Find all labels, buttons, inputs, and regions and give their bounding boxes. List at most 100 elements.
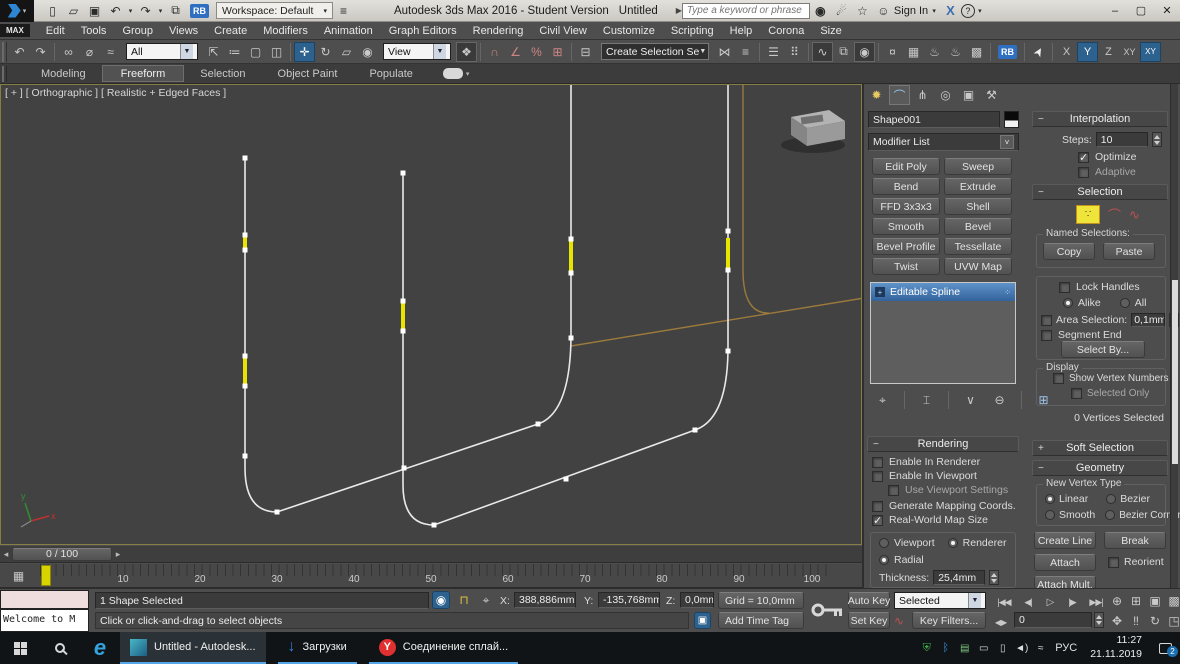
select-by-button[interactable]: Select By... <box>1061 341 1145 358</box>
segment-end-checkbox[interactable] <box>1041 330 1052 341</box>
restore-button[interactable]: ▢ <box>1128 1 1154 21</box>
open-file-icon[interactable]: ▱ <box>63 1 84 21</box>
default-in-out-curve-icon[interactable]: ∿ <box>894 614 904 628</box>
material-editor-icon[interactable]: ◉ <box>854 42 875 62</box>
workspace-dropdown[interactable]: Workspace: Default ▾ <box>216 2 333 19</box>
attach-button[interactable]: Attach <box>1034 554 1096 571</box>
track-bar[interactable]: ▦ 10 20 30 40 50 60 70 80 90 100 <box>0 564 862 588</box>
menu-civil-view[interactable]: Civil View <box>531 22 594 40</box>
stack-item-editable-spline[interactable]: + Editable Spline ⁘ <box>871 283 1015 301</box>
modifier-button-extrude[interactable]: Extrude <box>944 178 1012 195</box>
edge-browser-icon[interactable]: e <box>80 632 120 664</box>
real-world-map-checkbox[interactable] <box>872 515 883 526</box>
volume-tray-icon[interactable]: ◄) <box>1012 636 1031 660</box>
make-unique-icon[interactable]: ∨ <box>960 390 981 410</box>
key-mode-icon[interactable]: ◀▶ <box>992 612 1010 632</box>
undo-dropdown-icon[interactable]: ▾ <box>126 1 135 21</box>
menu-edit[interactable]: Edit <box>38 22 73 40</box>
sign-in-label[interactable]: Sign In <box>894 5 928 17</box>
modifier-button-tessellate[interactable]: Tessellate <box>944 238 1012 255</box>
antivirus-tray-icon[interactable]: ⛨ <box>917 636 936 660</box>
object-color-swatch[interactable] <box>1004 111 1019 128</box>
taskbar-app-yandex[interactable]: Y Соединение сплай... <box>369 632 518 664</box>
generate-mapping-checkbox[interactable] <box>872 501 883 512</box>
help-icon[interactable]: ? <box>961 4 975 18</box>
thickness-field[interactable]: 25,4mm <box>933 570 985 585</box>
ribbon-minimize-icon[interactable] <box>443 68 463 79</box>
zoom-extents-icon[interactable]: ▣ <box>1146 591 1164 611</box>
current-frame-field[interactable]: 0 <box>1014 612 1092 628</box>
bezier-corner-radio[interactable] <box>1105 510 1115 520</box>
save-file-icon[interactable]: ▣ <box>84 1 105 21</box>
notification-center-icon[interactable]: 2 <box>1150 636 1180 660</box>
rb-quickaccess-badge[interactable]: RB <box>190 4 209 18</box>
select-place-icon[interactable]: ◉ <box>357 42 378 62</box>
macro-recorder-pane[interactable] <box>0 590 89 609</box>
alike-radio[interactable] <box>1063 298 1073 308</box>
optimize-checkbox[interactable] <box>1078 152 1089 163</box>
walk-through-icon[interactable]: ‼ <box>1127 611 1145 631</box>
current-frame-marker[interactable] <box>41 565 51 586</box>
layer-manager-icon[interactable]: ⠿ <box>784 42 805 62</box>
selection-rollout-header[interactable]: − Selection <box>1032 184 1168 200</box>
snaps-toggle-icon[interactable]: ∩ <box>484 42 505 62</box>
renderer-radio[interactable] <box>948 538 958 548</box>
undo-icon[interactable]: ↶ <box>105 1 126 21</box>
rb-toolbar-badge[interactable]: RB <box>998 45 1017 59</box>
select-object-icon[interactable]: ⇱ <box>203 42 224 62</box>
grid-setting[interactable]: Grid = 10,0mm <box>718 592 804 609</box>
schematic-view-icon[interactable]: ⧉ <box>833 42 854 62</box>
angle-snap-icon[interactable]: ∠ <box>505 42 526 62</box>
network-tray-icon[interactable]: ≈ <box>1031 636 1050 660</box>
menu-tools[interactable]: Tools <box>73 22 115 40</box>
render-inscene-icon[interactable]: ▩ <box>966 42 987 62</box>
select-link-icon[interactable]: ∞ <box>58 42 79 62</box>
taskbar-app-3dsmax[interactable]: Untitled - Autodesk... <box>120 632 266 664</box>
timeslider-handle[interactable]: 0 / 100 <box>12 548 112 561</box>
copy-button[interactable]: Copy <box>1043 243 1095 260</box>
start-button[interactable] <box>0 632 40 664</box>
timeslider-next-icon[interactable]: ▸ <box>112 549 124 560</box>
menu-customize[interactable]: Customize <box>595 22 663 40</box>
render-setup-icon[interactable]: ¤ <box>882 42 903 62</box>
clock[interactable]: 11:27 21.11.2019 <box>1082 634 1150 661</box>
scene-explorer-icon[interactable]: ☰ <box>763 42 784 62</box>
steps-spinner[interactable] <box>1152 132 1162 147</box>
attach-mult-button[interactable]: Attach Mult. <box>1034 576 1096 588</box>
viewport[interactable]: [ + ] [ Orthographic ] [ Realistic + Edg… <box>0 84 862 545</box>
ribbon-tab-selection[interactable]: Selection <box>184 65 261 83</box>
close-button[interactable]: ✕ <box>1154 1 1180 21</box>
help-caret-icon[interactable]: ▾ <box>975 1 985 21</box>
menu-graph-editors[interactable]: Graph Editors <box>381 22 465 40</box>
ribbon-tab-object-paint[interactable]: Object Paint <box>262 65 354 83</box>
bezier-radio[interactable] <box>1106 494 1116 504</box>
isolate-selection-icon[interactable]: ◉ <box>432 591 450 609</box>
ribbon-minimize-caret-icon[interactable]: ▾ <box>466 70 470 78</box>
modifier-button-bend[interactable]: Bend <box>872 178 940 195</box>
object-name-field[interactable]: Shape001 <box>868 111 1000 128</box>
enable-viewport-checkbox[interactable] <box>872 471 883 482</box>
render-production-icon[interactable]: ♨ <box>924 42 945 62</box>
play-icon[interactable]: ▷ <box>1040 592 1060 612</box>
project-folder-icon[interactable]: ⧉ <box>165 1 186 21</box>
area-selection-field[interactable]: 0,1mm <box>1131 313 1165 327</box>
curve-editor-icon[interactable]: ∿ <box>812 42 833 62</box>
language-indicator[interactable]: РУС <box>1050 636 1082 660</box>
keyword-search-input[interactable] <box>682 3 810 19</box>
modifier-button-ffd[interactable]: FFD 3x3x3 <box>872 198 940 215</box>
taskbar-app-downloads[interactable]: ↓ Загрузки <box>278 632 357 664</box>
rect-selection-region-icon[interactable]: ▢ <box>245 42 266 62</box>
select-scale-icon[interactable]: ▱ <box>336 42 357 62</box>
lock-handles-checkbox[interactable] <box>1059 282 1070 293</box>
vertex-subobject-icon[interactable]: ∵ <box>1076 205 1100 224</box>
axis-z-button[interactable]: Z <box>1098 42 1119 62</box>
rendering-rollout-header[interactable]: − Rendering <box>867 436 1019 452</box>
bluetooth-tray-icon[interactable]: ᛒ <box>936 636 955 660</box>
soft-selection-rollout-header[interactable]: + Soft Selection <box>1032 440 1168 456</box>
select-rotate-icon[interactable]: ↻ <box>315 42 336 62</box>
radial-radio[interactable] <box>879 555 889 565</box>
selection-filter-dropdown[interactable]: All ▼ <box>126 43 198 60</box>
reorient-checkbox[interactable] <box>1108 557 1119 568</box>
modifier-list-dropdown[interactable]: Modifier List ˅ <box>868 133 1019 151</box>
menu-corona[interactable]: Corona <box>760 22 812 40</box>
